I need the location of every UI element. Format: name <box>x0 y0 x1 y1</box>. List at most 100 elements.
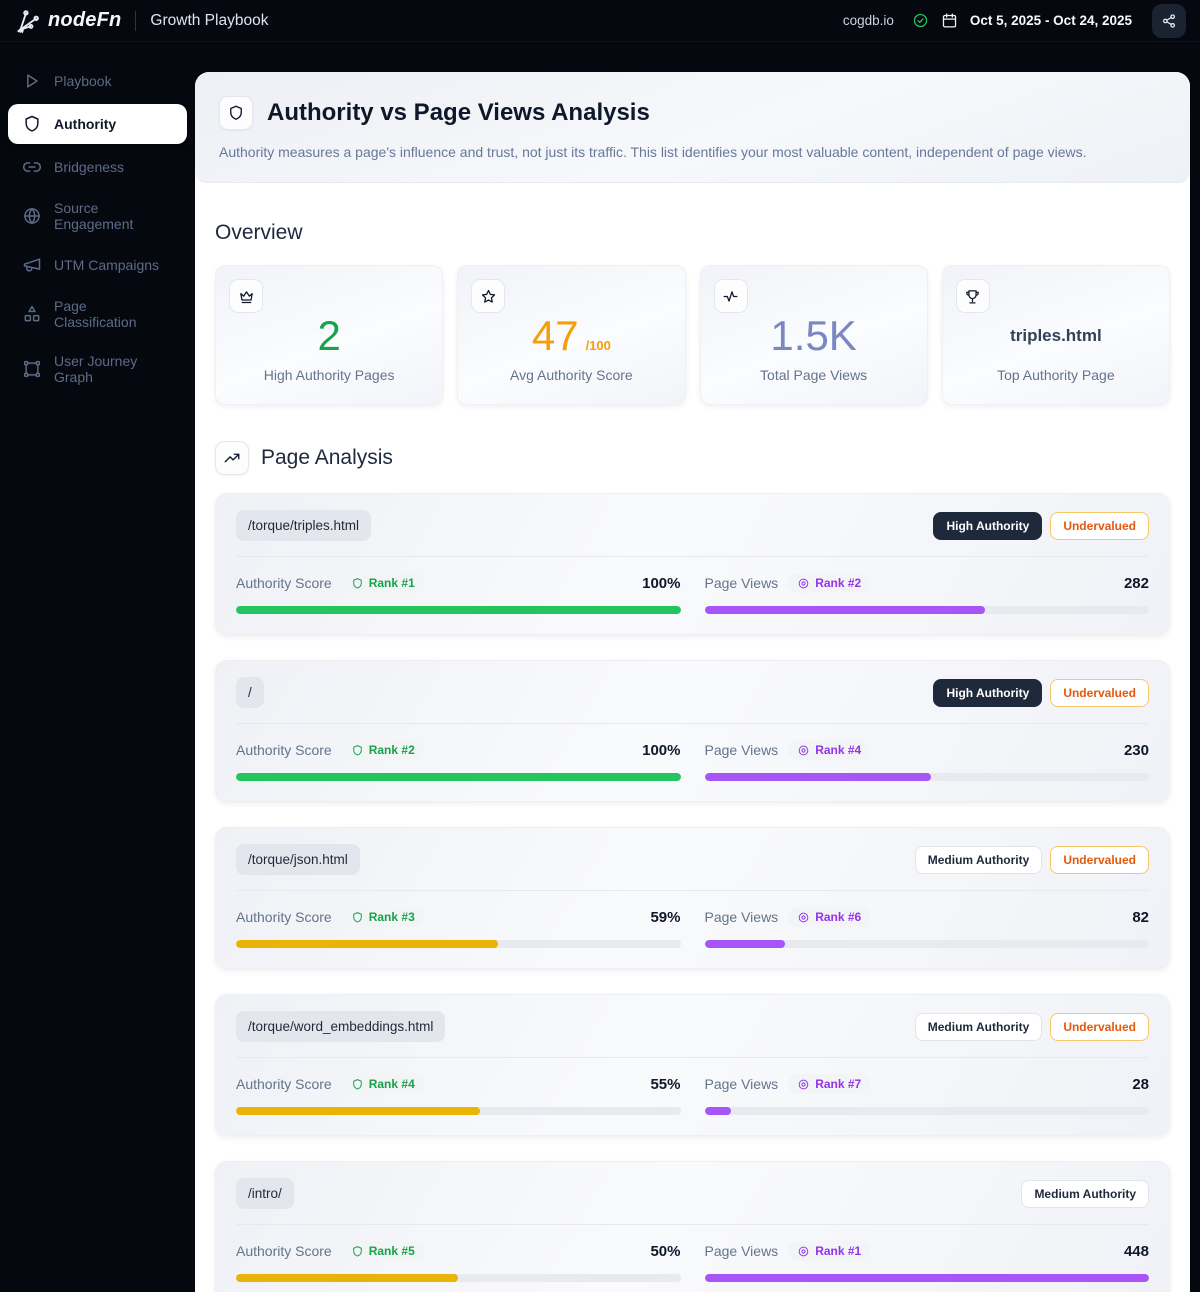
shield-icon <box>230 105 242 120</box>
page-card[interactable]: / High Authority Undervalued Authority Sc… <box>215 660 1170 802</box>
sidebar-item[interactable]: Authority <box>8 104 187 144</box>
stat-icon <box>481 289 495 303</box>
page-analysis-heading: Page Analysis <box>261 446 393 469</box>
authority-score-value: 50% <box>650 1242 681 1260</box>
sidebar-item-label: Playbook <box>54 73 112 89</box>
brand[interactable]: nodeFn <box>14 8 121 34</box>
sidebar-item-icon <box>24 208 40 224</box>
calendar-icon <box>942 13 957 28</box>
card-divider <box>236 1224 1149 1225</box>
authority-progress-fill <box>236 773 681 781</box>
page-views-progress-track <box>704 773 1149 781</box>
authority-score-value: 55% <box>650 1075 681 1093</box>
page-views-progress-fill <box>704 1274 1149 1282</box>
sidebar-item-icon <box>25 115 39 132</box>
stat-label: High Authority Pages <box>263 367 395 383</box>
status-badge: High Authority <box>933 678 1043 707</box>
shield-icon <box>352 1245 362 1256</box>
page-card[interactable]: /torque/word_embeddings.html Medium Auth… <box>215 994 1170 1136</box>
status-badge: Undervalued <box>1050 845 1149 874</box>
page-views-progress-track <box>704 1274 1149 1282</box>
page-card[interactable]: /intro/ Medium Authority Authority Score <box>215 1161 1170 1292</box>
authority-score-value: 59% <box>650 908 681 926</box>
page-views-rank-label: Rank #4 <box>815 743 862 757</box>
sidebar-item[interactable]: Page Classification <box>8 288 187 340</box>
stat-card: 1.5K Total Page Views <box>699 265 928 405</box>
badges: Medium Authority Undervalued <box>914 845 1149 874</box>
page-path-chip: /torque/triples.html <box>236 510 372 541</box>
authority-rank-label: Rank #1 <box>368 576 415 590</box>
page-views-progress-fill <box>704 940 785 948</box>
page-views-rank-label: Rank #7 <box>815 1077 862 1091</box>
status-badge: Medium Authority <box>914 845 1043 874</box>
share-icon <box>1162 13 1176 28</box>
sidebar-item[interactable]: User Journey Graph <box>8 343 187 395</box>
page-list: /torque/triples.html High Authority Under… <box>215 493 1170 1292</box>
page-views-rank-badge: Rank #7 <box>788 1074 871 1094</box>
content: Overview 2 High Authority Pages 47 /100 … <box>195 183 1190 1292</box>
page-views-label: Page Views <box>704 1076 779 1092</box>
sidebar-item-label: Authority <box>54 116 117 132</box>
sidebar-item-label: User Journey Graph <box>54 353 138 385</box>
sidebar-item-icon <box>22 162 42 172</box>
page-card[interactable]: /torque/json.html Medium Authority Underv… <box>215 827 1170 969</box>
page-views-rank-badge: Rank #1 <box>788 1241 871 1261</box>
page-path-chip: /intro/ <box>236 1178 294 1209</box>
page-views-metric: Page Views Rank #1 448 <box>704 1241 1149 1282</box>
trend-up-icon <box>224 453 240 463</box>
authority-progress-fill <box>236 606 681 614</box>
page-views-value: 28 <box>1132 1075 1149 1093</box>
stat-card: 2 High Authority Pages <box>215 265 444 405</box>
authority-rank-badge: Rank #5 <box>341 1241 424 1261</box>
sidebar-item[interactable]: Playbook <box>8 61 187 101</box>
stat-icon <box>239 290 253 303</box>
authority-score-value: 100% <box>642 574 681 592</box>
authority-score-value: 100% <box>642 741 681 759</box>
share-button[interactable] <box>1152 3 1186 38</box>
top-bar: nodeFn Growth Playbook cogdb.io Oct 5, 2… <box>0 0 1200 42</box>
page-views-rank-label: Rank #2 <box>815 576 862 590</box>
card-divider <box>236 1057 1149 1058</box>
page-views-metric: Page Views Rank #4 230 <box>704 740 1149 781</box>
page-views-progress-track <box>704 940 1149 948</box>
page-path-chip: /torque/json.html <box>236 844 360 875</box>
stat-label: Avg Authority Score <box>510 367 633 383</box>
app-title: Growth Playbook <box>150 11 269 29</box>
overview-stats: 2 High Authority Pages 47 /100 Avg Autho… <box>215 265 1170 405</box>
card-divider <box>236 723 1149 724</box>
target-icon <box>798 1246 809 1256</box>
authority-rank-label: Rank #3 <box>368 910 415 924</box>
sidebar-item[interactable]: UTM Campaigns <box>8 245 187 285</box>
page-analysis-header: Page Analysis <box>215 441 1170 475</box>
date-range[interactable]: Oct 5, 2025 - Oct 24, 2025 <box>970 13 1132 28</box>
page-views-progress-fill <box>704 1107 732 1115</box>
shield-icon <box>352 744 362 755</box>
overview-heading: Overview <box>215 221 303 244</box>
sidebar-item-icon <box>23 258 41 272</box>
page-views-metric: Page Views Rank #6 82 <box>704 907 1149 948</box>
sidebar-item[interactable]: Source Engagement <box>8 190 187 242</box>
header-icon-box <box>219 96 253 130</box>
shield-icon <box>352 577 362 588</box>
page-views-progress-fill <box>704 606 985 614</box>
sidebar-item-label: Source Engagement <box>54 200 134 232</box>
metrics-row: Authority Score Rank #3 59% Page Views R… <box>236 907 1149 948</box>
authority-progress-fill <box>236 940 499 948</box>
metrics-row: Authority Score Rank #4 55% Page Views R… <box>236 1074 1149 1115</box>
page-card[interactable]: /torque/triples.html High Authority Under… <box>215 493 1170 635</box>
sidebar-item[interactable]: Bridgeness <box>8 147 187 187</box>
stat-value-suffix: /100 <box>585 338 611 353</box>
sidebar-item-icon <box>27 74 38 88</box>
status-badge: High Authority <box>933 511 1043 540</box>
topbar-divider <box>135 10 137 31</box>
brand-name: nodeFn <box>48 9 122 31</box>
authority-rank-badge: Rank #3 <box>341 907 424 927</box>
authority-metric: Authority Score Rank #2 100% <box>236 740 681 781</box>
page-views-label: Page Views <box>704 909 779 925</box>
stat-label: Top Authority Page <box>997 367 1115 383</box>
verified-check-icon <box>913 13 928 28</box>
authority-score-label: Authority Score <box>236 742 332 758</box>
sidebar-item-icon <box>24 305 40 322</box>
page-views-rank-badge: Rank #2 <box>788 573 871 593</box>
page-path-chip: / <box>236 677 264 708</box>
